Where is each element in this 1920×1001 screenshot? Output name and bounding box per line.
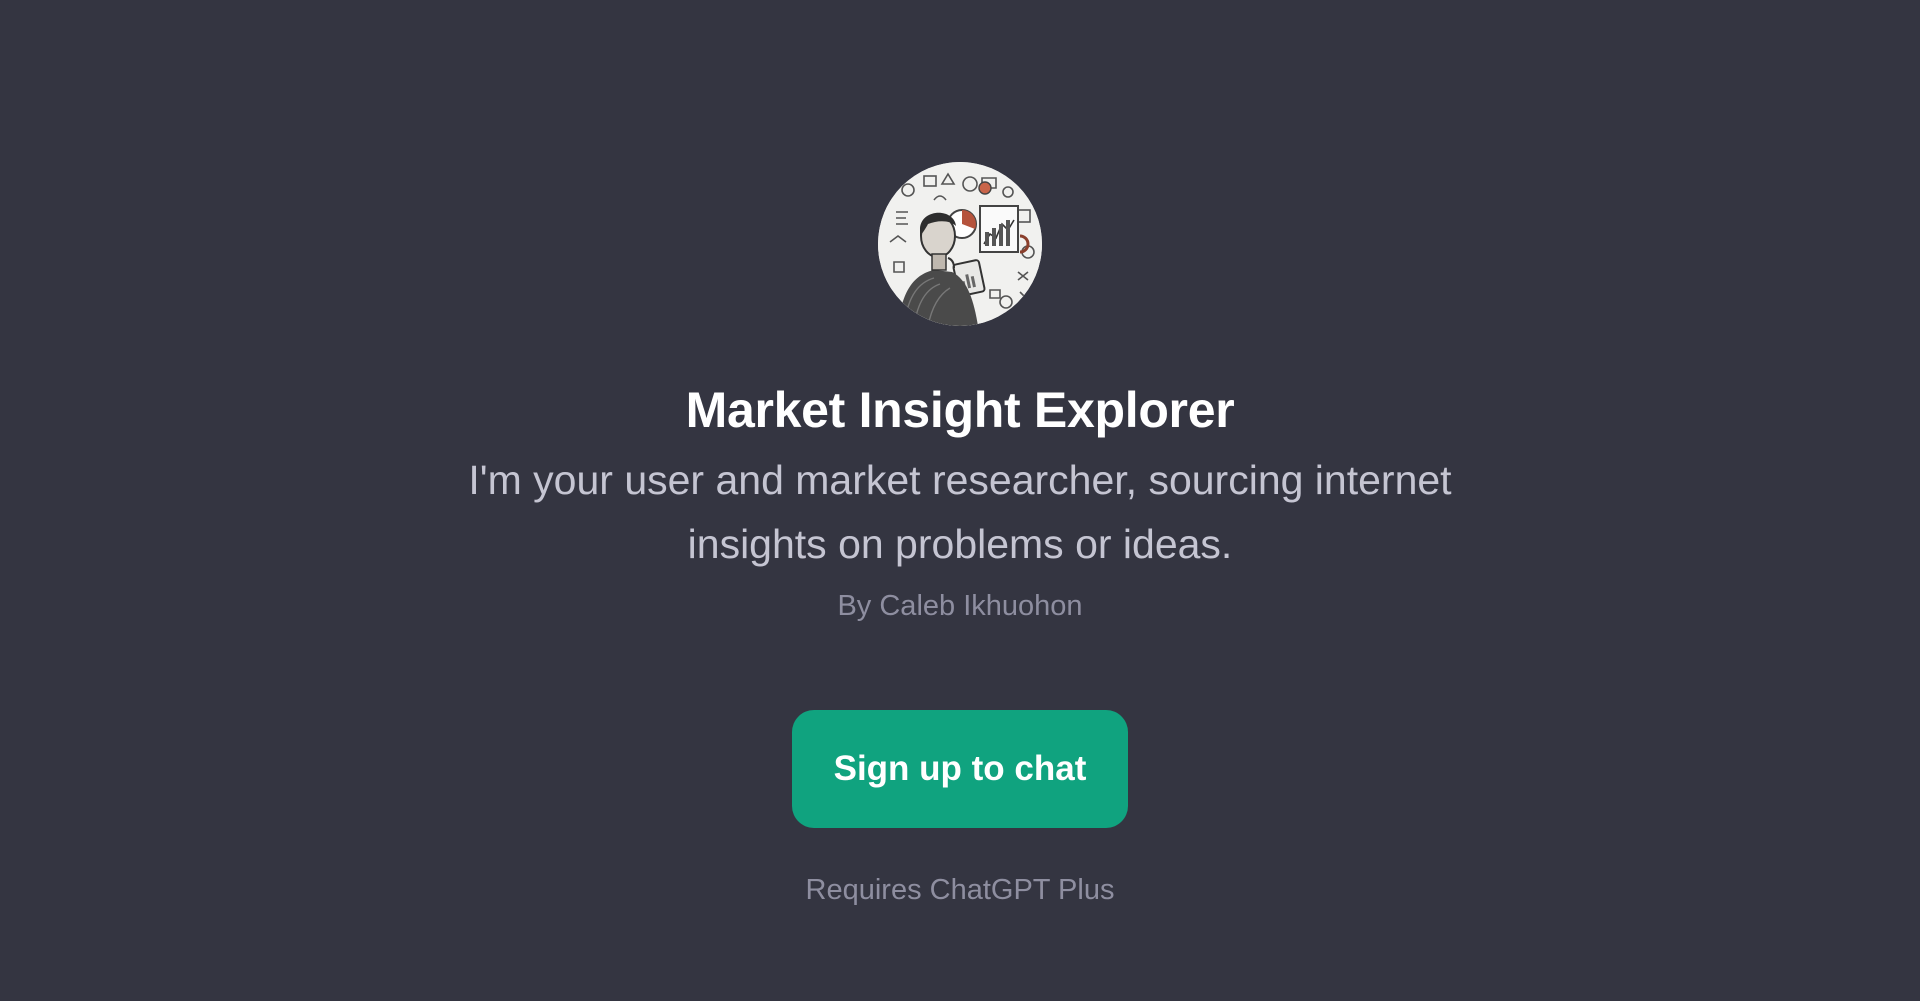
researcher-sketch-icon <box>878 162 1042 326</box>
gpt-avatar <box>878 162 1042 326</box>
gpt-title: Market Insight Explorer <box>685 382 1235 438</box>
signup-button[interactable]: Sign up to chat <box>792 710 1128 828</box>
gpt-landing-page: Market Insight Explorer I'm your user an… <box>0 0 1920 1001</box>
plan-requirement-note: Requires ChatGPT Plus <box>805 874 1115 906</box>
gpt-author: By Caleb Ikhuohon <box>837 590 1083 622</box>
gpt-description: I'm your user and market researcher, sou… <box>468 457 1452 567</box>
